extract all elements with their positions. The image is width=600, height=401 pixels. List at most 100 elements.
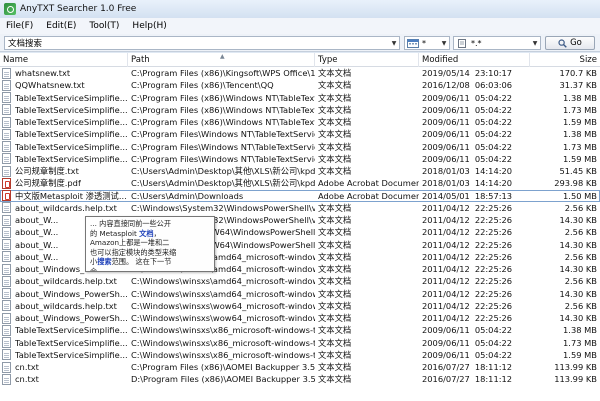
modified-date: 2018/01/03 bbox=[422, 178, 470, 189]
content-preview-tooltip: ... 内容直接同前一些公开的 Metasploit 文档， Amazon上都是一… bbox=[85, 216, 215, 272]
table-row[interactable]: TableTextServiceSimplifie... C:\Windows\w… bbox=[0, 324, 600, 336]
table-row[interactable]: 公司规章制度.pdf C:\Users\Admin\Desktop\其他\XLS\… bbox=[0, 177, 600, 189]
column-header-size[interactable]: Size bbox=[530, 53, 600, 67]
table-row[interactable]: cn.txt C:\Program Files (x86)\AOMEI Backu… bbox=[0, 361, 600, 373]
file-name: TableTextServiceSimplifie... bbox=[15, 153, 128, 164]
table-row[interactable]: TableTextServiceSimplifie... C:\Program F… bbox=[0, 104, 600, 116]
table-row[interactable]: TableTextServiceSimplifie... C:\Windows\w… bbox=[0, 349, 600, 361]
menu-help[interactable]: Help(H) bbox=[132, 21, 166, 31]
tooltip-text: ， bbox=[153, 228, 161, 238]
table-row[interactable]: 中文版Metasploit 渗透测试... C:\Users\Admin\Down… bbox=[0, 189, 600, 202]
table-row[interactable]: about_Windows_PowerSh... C:\Windows\winsx… bbox=[0, 312, 600, 324]
cell-type: 文本文档 bbox=[318, 251, 352, 262]
file-name: about_wildcards.help.txt bbox=[15, 276, 117, 287]
modified-date: 2011/04/12 bbox=[422, 276, 470, 287]
menu-edit[interactable]: Edit(E) bbox=[46, 21, 76, 31]
cell-type: 文本文档 bbox=[318, 288, 352, 299]
modified-date: 2011/04/12 bbox=[422, 288, 470, 299]
file-name: about_W... bbox=[15, 215, 59, 225]
table-row[interactable]: TableTextServiceSimplifie... C:\Program F… bbox=[0, 92, 600, 104]
file-name: about_Windows_PowerSh... bbox=[15, 288, 128, 299]
cell-type: 文本文档 bbox=[318, 117, 352, 127]
table-row[interactable]: 公司规章制度.txt C:\Users\Admin\Desktop\其他\XLS\… bbox=[0, 165, 600, 177]
modified-date: 2016/12/08 bbox=[422, 80, 470, 91]
modified-date: 2016/07/27 bbox=[422, 374, 470, 385]
text-file-icon bbox=[2, 324, 11, 336]
cell-modified: 2011/04/12 22:25:26 bbox=[419, 239, 530, 251]
table-row[interactable]: about_wildcards.help.txt C:\Windows\winsx… bbox=[0, 300, 600, 312]
cell-name: whatsnew.txt bbox=[0, 67, 128, 79]
file-name: about_wildcards.help.txt bbox=[15, 300, 117, 311]
type-filter-combo[interactable]: *.* ▼ bbox=[453, 36, 541, 50]
table-row[interactable]: cn.txt D:\Program Files (x86)\AOMEI Backu… bbox=[0, 373, 600, 385]
title-bar: AnyTXT Searcher 1.0 Free bbox=[0, 0, 600, 18]
cell-size: 2.56 KB bbox=[564, 276, 597, 287]
cell-name: cn.txt bbox=[0, 373, 128, 385]
modified-time: 05:04:22 bbox=[474, 153, 513, 164]
modified-time: 05:04:22 bbox=[474, 104, 513, 115]
table-row[interactable]: TableTextServiceSimplifie... C:\Program F… bbox=[0, 141, 600, 153]
cell-path: C:\Program Files (x86)\AOMEI Backupper 3… bbox=[131, 362, 315, 372]
table-row[interactable]: about_wildcards.help.txt C:\Windows\winsx… bbox=[0, 275, 600, 287]
cell-modified: 2016/07/27 18:11:12 bbox=[419, 361, 530, 373]
file-type-icon bbox=[456, 38, 468, 48]
tooltip-line: Amazon上都是一堆和二 bbox=[90, 238, 210, 248]
tooltip-text: 范围。 这在下一节 bbox=[111, 257, 172, 267]
cell-type: 文本文档 bbox=[318, 129, 352, 140]
cell-size: 1.73 MB bbox=[563, 337, 597, 348]
date-filter-combo[interactable]: * ▼ bbox=[404, 36, 450, 50]
file-name: 中文版Metasploit 渗透测试... bbox=[15, 190, 127, 201]
table-row[interactable]: about_Windows_PowerSh... C:\Windows\winsx… bbox=[0, 288, 600, 300]
cell-size: 14.30 KB bbox=[559, 313, 597, 323]
modified-date: 2019/05/14 bbox=[422, 68, 470, 78]
text-file-icon bbox=[2, 128, 11, 140]
cell-type: 文本文档 bbox=[318, 239, 352, 250]
modified-date: 2009/06/11 bbox=[422, 153, 470, 164]
column-header-type[interactable]: Type bbox=[315, 53, 419, 67]
cell-type: Adobe Acrobat Document bbox=[318, 178, 419, 189]
cell-modified: 2011/04/12 22:25:26 bbox=[419, 251, 530, 263]
cell-modified: 2009/06/11 05:04:22 bbox=[419, 128, 530, 140]
cell-name: TableTextServiceSimplifie... bbox=[0, 92, 128, 104]
cell-size: 1.38 MB bbox=[563, 129, 597, 140]
column-header-modified[interactable]: Modified bbox=[419, 53, 530, 67]
tooltip-text: Amazon上都是一堆和二 bbox=[90, 238, 170, 248]
file-name: 公司规章制度.txt bbox=[15, 166, 79, 176]
search-input[interactable] bbox=[5, 37, 389, 49]
cell-size: 1.59 MB bbox=[563, 117, 597, 127]
text-file-icon bbox=[2, 202, 11, 214]
column-header-name[interactable]: Name bbox=[0, 53, 128, 67]
menu-file[interactable]: File(F) bbox=[6, 21, 33, 31]
cell-size: 293.98 KB bbox=[554, 178, 597, 189]
cell-name: about_wildcards.help.txt bbox=[0, 300, 128, 312]
chevron-down-icon[interactable]: ▼ bbox=[389, 37, 399, 49]
modified-date: 2011/04/12 bbox=[422, 215, 470, 225]
file-name: TableTextServiceSimplifie... bbox=[15, 325, 128, 336]
cell-modified: 2011/04/12 22:25:26 bbox=[419, 312, 530, 324]
table-row[interactable]: TableTextServiceSimplifie... C:\Program F… bbox=[0, 116, 600, 128]
file-name: 公司规章制度.pdf bbox=[15, 178, 81, 189]
table-row[interactable]: about_wildcards.help.txt C:\Windows\Syste… bbox=[0, 202, 600, 214]
cell-path: C:\Program Files (x86)\Kingsoft\WPS Offi… bbox=[131, 68, 315, 78]
cell-type: 文本文档 bbox=[318, 362, 352, 372]
cell-path: C:\Users\Admin\Downloads bbox=[131, 190, 244, 201]
chevron-down-icon[interactable]: ▼ bbox=[530, 37, 540, 49]
tooltip-line: 小搜索范围。 这在下一节 bbox=[90, 257, 210, 267]
table-row[interactable]: TableTextServiceSimplifie... C:\Program F… bbox=[0, 153, 600, 165]
cell-type: 文本文档 bbox=[318, 68, 352, 78]
chevron-down-icon[interactable]: ▼ bbox=[439, 37, 449, 49]
cell-name: 公司规章制度.txt bbox=[0, 165, 128, 177]
text-file-icon bbox=[2, 251, 11, 263]
cell-modified: 2011/04/12 22:25:26 bbox=[419, 300, 530, 312]
menu-tool[interactable]: Tool(T) bbox=[89, 21, 119, 31]
search-combo[interactable]: ▼ bbox=[4, 36, 400, 50]
go-button[interactable]: Go bbox=[545, 36, 595, 50]
table-row[interactable]: TableTextServiceSimplifie... C:\Windows\w… bbox=[0, 337, 600, 349]
table-row[interactable]: QQWhatsnew.txt C:\Program Files (x86)\Ten… bbox=[0, 79, 600, 91]
cell-path: C:\Program Files (x86)\Windows NT\TableT… bbox=[131, 104, 315, 115]
cell-modified: 2014/05/01 18:57:13 bbox=[419, 190, 530, 202]
table-row[interactable]: whatsnew.txt C:\Program Files (x86)\Kings… bbox=[0, 67, 600, 79]
cell-path: C:\Windows\winsxs\wow64_microsoft-window… bbox=[131, 300, 315, 311]
table-row[interactable]: TableTextServiceSimplifie... C:\Program F… bbox=[0, 128, 600, 140]
text-file-icon bbox=[2, 361, 11, 373]
